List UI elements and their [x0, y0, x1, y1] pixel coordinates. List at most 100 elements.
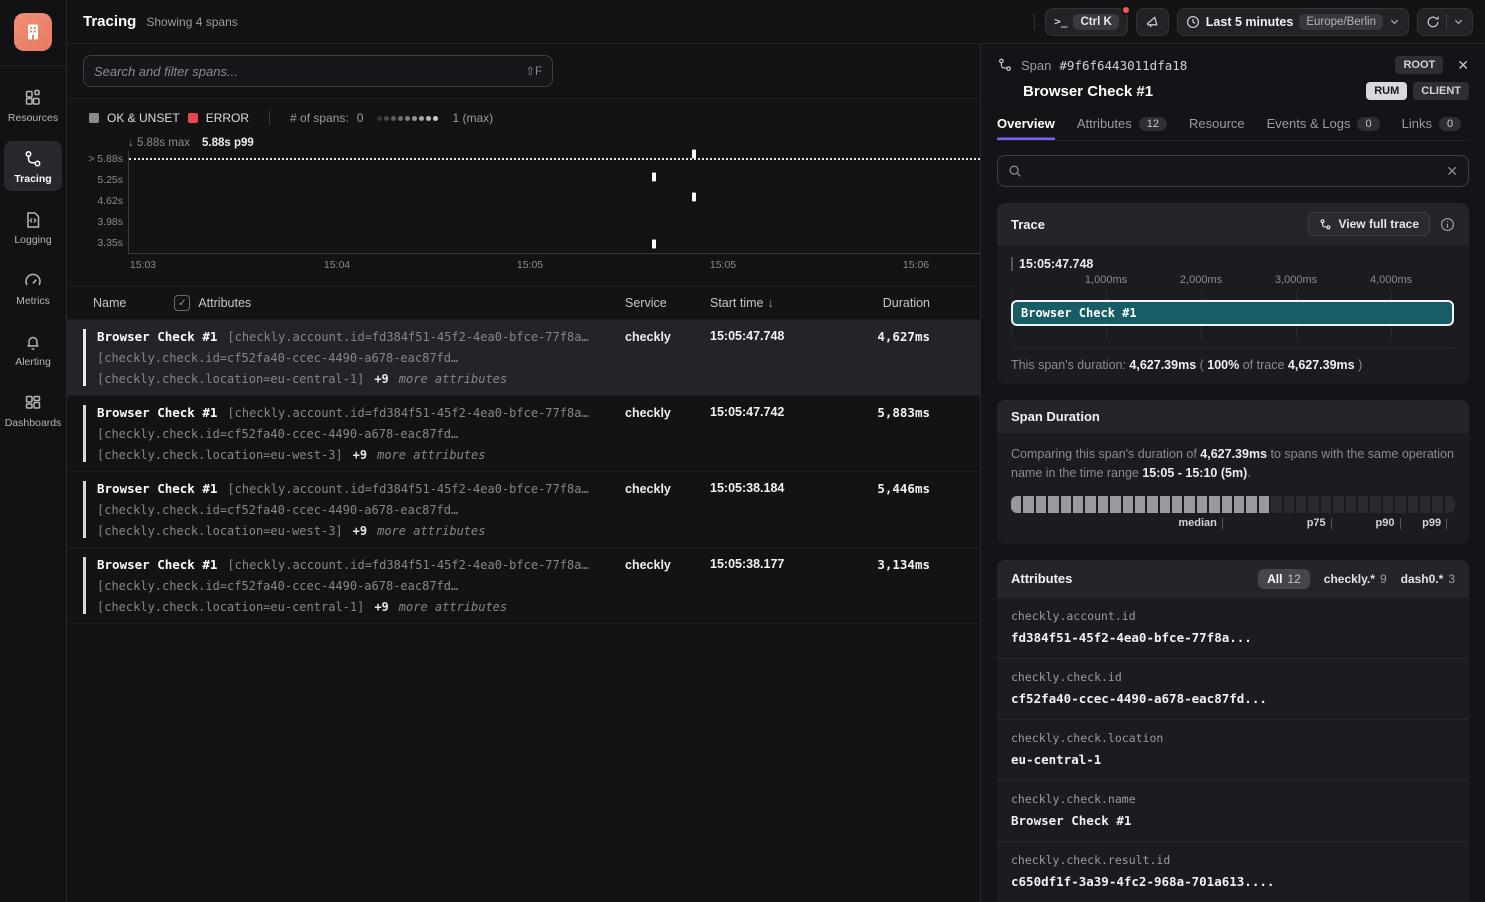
error-legend-label[interactable]: ERROR — [206, 111, 249, 125]
spans-column: ⇧F OK & UNSET ERROR # of spans: 0 1 (max… — [67, 44, 980, 902]
histogram-segment — [1085, 496, 1095, 513]
rum-badge: RUM — [1366, 82, 1407, 100]
table-row[interactable]: Browser Check #1 [checkly.account.id=fd3… — [67, 320, 980, 396]
logo-area — [0, 0, 66, 66]
error-legend-swatch — [188, 113, 198, 123]
sidebar-item-metrics[interactable]: Metrics — [4, 263, 62, 313]
tab-resource[interactable]: Resource — [1189, 116, 1245, 140]
tracing-icon — [997, 57, 1013, 73]
chart-data-point[interactable] — [652, 240, 656, 249]
more-attr-count: +9 — [374, 600, 388, 614]
histogram-segment — [1395, 496, 1405, 513]
x-tick: 15:05 — [517, 259, 543, 271]
table-row[interactable]: Browser Check #1 [checkly.account.id=fd3… — [67, 396, 980, 472]
marker-tick — [1222, 518, 1223, 529]
histogram-segment — [1048, 496, 1058, 513]
duration-cell: 5,883ms — [835, 405, 930, 462]
histogram-segment — [1110, 496, 1120, 513]
panel-title-row: Browser Check #1 RUM CLIENT — [997, 82, 1469, 100]
close-icon[interactable]: ✕ — [1457, 57, 1469, 74]
trace-tick-labels: 1,000ms 2,000ms 3,000ms 4,000ms — [1011, 274, 1455, 289]
chart-plot[interactable]: > 5.88s 5.25s 4.62s 3.98s 3.35s — [128, 151, 980, 254]
sidebar-item-resources[interactable]: Resources — [4, 80, 62, 130]
page-title: Tracing — [83, 13, 136, 30]
clear-search-icon[interactable]: ✕ — [1446, 163, 1458, 180]
x-tick: 15:03 — [130, 259, 156, 271]
ok-legend-label[interactable]: OK & UNSET — [107, 111, 180, 125]
sidebar-item-logging[interactable]: Logging — [4, 202, 62, 252]
attribute-row[interactable]: checkly.check.location eu-central-1 — [997, 720, 1469, 781]
attribute-key: checkly.check.id — [1011, 670, 1455, 684]
table-row[interactable]: Browser Check #1 [checkly.account.id=fd3… — [67, 472, 980, 548]
histogram-segment — [1209, 496, 1219, 513]
main-area: Tracing Showing 4 spans >_ Ctrl K — [67, 0, 1485, 902]
attribute-row[interactable]: checkly.check.name Browser Check #1 — [997, 781, 1469, 842]
panel-search-box[interactable]: ✕ — [997, 155, 1469, 187]
announcements-button[interactable] — [1136, 8, 1169, 36]
histogram-segment — [1123, 496, 1133, 513]
chip-checkly[interactable]: checkly.* 9 — [1324, 572, 1387, 586]
service-cell: checkly — [625, 405, 710, 462]
histogram-segment — [1135, 496, 1145, 513]
sidebar-item-dashboards[interactable]: Dashboards — [4, 385, 62, 435]
attribute-row[interactable]: checkly.account.id fd384f51-45f2-4ea0-bf… — [997, 598, 1469, 659]
duration-column-header[interactable]: Duration — [835, 296, 930, 310]
app-logo[interactable] — [14, 13, 52, 51]
selected-span-bar[interactable]: Browser Check #1 — [1011, 300, 1454, 326]
panel-tabs: Overview Attributes 12 Resource Events &… — [997, 116, 1469, 141]
attribute-row[interactable]: checkly.check.id cf52fa40-ccec-4490-a678… — [997, 659, 1469, 720]
span-attr: [checkly.check.location=eu-central-1] — [97, 372, 364, 386]
more-attr-label: more attributes — [399, 600, 507, 614]
histogram-segment — [1321, 496, 1331, 513]
histogram-segment — [1147, 496, 1157, 513]
panel-search-input[interactable] — [1030, 164, 1432, 179]
gradient-dot — [377, 116, 382, 121]
start-time-column-header[interactable]: Start time ↓ — [710, 296, 835, 310]
megaphone-icon — [1145, 14, 1160, 29]
histogram-segment — [1098, 496, 1108, 513]
tab-count-badge: 0 — [1439, 117, 1461, 131]
sidebar-item-label: Dashboards — [5, 417, 62, 429]
chip-dash0[interactable]: dash0.* 3 — [1401, 572, 1455, 586]
terminal-prompt-icon: >_ — [1054, 15, 1067, 28]
histogram-segment — [1222, 496, 1232, 513]
sidebar-item-label: Resources — [8, 112, 58, 124]
more-attr-label: more attributes — [399, 372, 507, 386]
chart-data-point[interactable] — [652, 173, 656, 182]
trace-card-body: 15:05:47.748 1,000ms 2,000ms 3,000ms 4,0… — [997, 245, 1469, 384]
name-header-label[interactable]: Name — [93, 296, 126, 310]
info-icon[interactable] — [1440, 217, 1455, 232]
refresh-button[interactable] — [1417, 8, 1473, 36]
y-tick: 5.25s — [97, 174, 123, 186]
sidebar-item-tracing[interactable]: Tracing — [4, 141, 62, 191]
span-attr: [checkly.check.id=cf52fa40-ccec-4490-a67… — [97, 427, 625, 441]
sidebar-item-alerting[interactable]: Alerting — [4, 324, 62, 374]
attribute-row[interactable]: checkly.check.result.id c650df1f-3a39-4f… — [997, 842, 1469, 902]
trace-title: Trace — [1011, 217, 1045, 232]
time-range-button[interactable]: Last 5 minutes Europe/Berlin — [1177, 8, 1409, 36]
span-search-box[interactable]: ⇧F — [83, 55, 553, 87]
span-search-input[interactable] — [94, 64, 517, 79]
chip-all[interactable]: All 12 — [1258, 569, 1310, 589]
resources-icon — [23, 88, 43, 108]
chart-data-point[interactable] — [692, 193, 696, 202]
duration-chart-section: OK & UNSET ERROR # of spans: 0 1 (max) ↓… — [67, 99, 980, 276]
gradient-dot — [426, 116, 431, 121]
histogram-segment — [1432, 496, 1442, 513]
down-arrow-icon: ↓ — [128, 137, 134, 149]
service-column-header[interactable]: Service — [625, 296, 710, 310]
chevron-down-icon — [1389, 16, 1400, 27]
legend-divider — [269, 111, 270, 125]
tab-overview[interactable]: Overview — [997, 116, 1055, 140]
chart-data-point[interactable] — [692, 150, 696, 159]
attributes-header-label[interactable]: Attributes — [198, 296, 251, 310]
trace-card: Trace View full trace — [997, 203, 1469, 384]
tab-events-logs[interactable]: Events & Logs 0 — [1267, 116, 1380, 140]
span-duration-card: Span Duration Comparing this span's dura… — [997, 400, 1469, 544]
command-palette-button[interactable]: >_ Ctrl K — [1045, 8, 1128, 36]
tab-links[interactable]: Links 0 — [1402, 116, 1461, 140]
attributes-checkbox[interactable]: ✓ — [174, 295, 190, 311]
table-row[interactable]: Browser Check #1 [checkly.account.id=fd3… — [67, 548, 980, 624]
tab-attributes[interactable]: Attributes 12 — [1077, 116, 1167, 140]
view-full-trace-button[interactable]: View full trace — [1308, 212, 1430, 236]
